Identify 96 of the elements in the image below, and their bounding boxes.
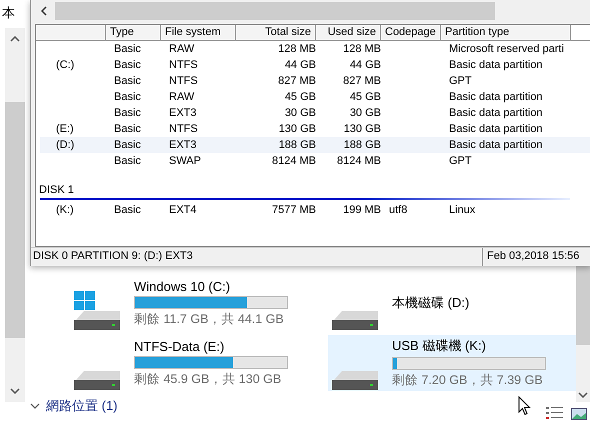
- drive-name: Windows 10 (C:): [134, 278, 232, 294]
- disk-label: DISK 1: [38, 183, 75, 197]
- table-cell-text: Basic: [113, 204, 142, 216]
- table-cell-text: Basic data partition: [448, 59, 544, 71]
- table-cell-text: Basic data partition: [448, 139, 544, 151]
- column-header[interactable]: File system: [161, 25, 236, 40]
- table-row[interactable]: (D:) Basic EXT3 188 GB 188 GB Basic data partition: [40, 137, 590, 153]
- table-cell-text: Basic: [113, 43, 142, 55]
- drive-tile[interactable]: Windows 10 (C:) 剩餘 11.7 GB，共 44.1 GB: [70, 275, 320, 331]
- table-cell-text: 44 GB: [284, 59, 317, 71]
- table-cell-text: utf8: [388, 204, 408, 216]
- table-cell-text: Linux: [448, 204, 476, 216]
- table-cell-text: Basic: [113, 75, 142, 87]
- table-cell-text: 44 GB: [348, 59, 382, 71]
- table-cell-text: 7577 MB: [270, 204, 317, 216]
- free-space-text: 剩餘 11.7 GB，共 44.1 GB: [134, 310, 285, 328]
- table-cell-text: Basic: [113, 123, 142, 135]
- table-cell-text: 128 MB: [342, 43, 382, 55]
- column-header[interactable]: Total size: [236, 25, 316, 40]
- scroll-down-icon[interactable]: [578, 392, 588, 398]
- scroll-up-icon[interactable]: [10, 36, 20, 42]
- status-date: Feb 03,2018 15:56: [482, 248, 590, 266]
- group-header[interactable]: 網路位置 (1): [46, 397, 118, 415]
- nav-label: 本: [1, 4, 16, 22]
- table-cell-text: RAW: [168, 91, 196, 103]
- table-row[interactable]: (E:) Basic NTFS 130 GB 130 GB Basic data partition: [40, 121, 590, 137]
- table-row[interactable]: Basic SWAP 8124 MB 8124 MB GPT: [40, 153, 590, 169]
- hard-drive-icon: [74, 311, 120, 330]
- table-cell-text: 130 GB: [278, 123, 317, 135]
- drive-tile[interactable]: 本機磁碟 (D:): [328, 275, 578, 331]
- hard-drive-icon: [332, 371, 378, 390]
- scrollbar[interactable]: [576, 265, 590, 402]
- table-row[interactable]: Basic RAW 45 GB 45 GB Basic data partition: [40, 89, 590, 105]
- table-cell-text: Microsoft reserved parti: [448, 43, 565, 55]
- table-cell-text: Basic data partition: [448, 123, 544, 135]
- table-cell-text: EXT3: [168, 139, 198, 151]
- drive-tile[interactable]: USB 磁碟機 (K:) 剩餘 7.20 GB，共 7.39 GB: [328, 335, 578, 391]
- table-cell-text: 30 GB: [284, 107, 317, 119]
- table-cell-text: 188 GB: [278, 139, 317, 151]
- table-cell-text: (K:): [55, 204, 75, 216]
- table-cell-text: RAW: [168, 43, 196, 55]
- table-cell-text: Basic: [113, 59, 142, 71]
- table-cell-text: Basic data partition: [448, 91, 544, 103]
- table-cell-text: GPT: [448, 155, 473, 167]
- chevron-icon[interactable]: [30, 403, 40, 409]
- column-header[interactable]: Used size: [316, 25, 381, 40]
- table-row[interactable]: (C:) Basic NTFS 44 GB 44 GB Basic data partition: [40, 57, 590, 73]
- details-view-icon[interactable]: [546, 407, 563, 420]
- table-cell-text: Basic: [113, 155, 142, 167]
- table-cell-text: (E:): [55, 123, 75, 135]
- table-cell-text: Basic: [113, 139, 142, 151]
- free-space-text: 剩餘 7.20 GB，共 7.39 GB: [392, 372, 544, 389]
- windows-logo-icon: [74, 291, 95, 310]
- drive-name: 本機磁碟 (D:): [392, 294, 470, 312]
- table-cell-text: (C:): [55, 59, 76, 71]
- table-cell-text: Basic: [113, 107, 142, 119]
- table-cell-text: (D:): [55, 139, 76, 151]
- mouse-cursor-icon: [518, 396, 531, 416]
- table-cell-text: 827 MB: [342, 75, 382, 87]
- table-cell-text: NTFS: [168, 123, 199, 135]
- hard-drive-icon: [74, 371, 120, 390]
- drive-tile[interactable]: NTFS-Data (E:) 剩餘 45.9 GB，共 130 GB: [70, 335, 320, 391]
- thumbnail-view-icon[interactable]: [571, 408, 587, 420]
- table-cell-text: 827 MB: [277, 75, 317, 87]
- table-cell-text: Basic: [113, 91, 142, 103]
- table-cell-text: NTFS: [168, 75, 199, 87]
- table-cell-text: EXT3: [168, 107, 198, 119]
- table-cell-text: 8124 MB: [336, 155, 382, 167]
- table-cell-text: 30 GB: [348, 107, 382, 119]
- table-cell-text: EXT4: [168, 204, 198, 216]
- column-header[interactable]: Codepage: [381, 25, 441, 40]
- scroll-left-icon[interactable]: [41, 6, 47, 16]
- table-cell-text: 130 GB: [342, 123, 382, 135]
- column-header[interactable]: Type: [106, 25, 161, 40]
- scrollbar[interactable]: [5, 28, 25, 402]
- free-space-text: 剩餘 45.9 GB，共 130 GB: [134, 370, 282, 388]
- table-cell-text: 8124 MB: [270, 155, 317, 167]
- status-text: DISK 0 PARTITION 9: (D:) EXT3: [32, 249, 194, 264]
- table-cell-text: 45 GB: [348, 91, 382, 103]
- table-cell-text: NTFS: [168, 59, 199, 71]
- table-row[interactable]: Basic EXT3 30 GB 30 GB Basic data partition: [40, 105, 590, 121]
- table-cell-text: 188 GB: [342, 139, 382, 151]
- drive-name: NTFS-Data (E:): [134, 338, 226, 354]
- table-cell-text: 45 GB: [284, 91, 317, 103]
- table-cell-text: GPT: [448, 75, 473, 87]
- table-cell-text: 199 MB: [342, 204, 382, 216]
- table-row[interactable]: Basic NTFS 827 MB 827 MB GPT: [40, 73, 590, 89]
- drive-name: USB 磁碟機 (K:): [392, 337, 487, 355]
- table-cell-text: SWAP: [168, 155, 202, 167]
- table-row[interactable]: Basic RAW 128 MB 128 MB Microsoft reserved parti: [40, 41, 590, 57]
- scroll-down-icon[interactable]: [10, 388, 20, 394]
- table-row[interactable]: (K:) Basic EXT4 7577 MB 199 MB utf8 Linux: [40, 202, 590, 218]
- table-cell-text: 128 MB: [277, 43, 317, 55]
- column-header[interactable]: Partition type: [441, 25, 571, 40]
- table-cell-text: Basic data partition: [448, 107, 544, 119]
- hard-drive-icon: [332, 311, 378, 330]
